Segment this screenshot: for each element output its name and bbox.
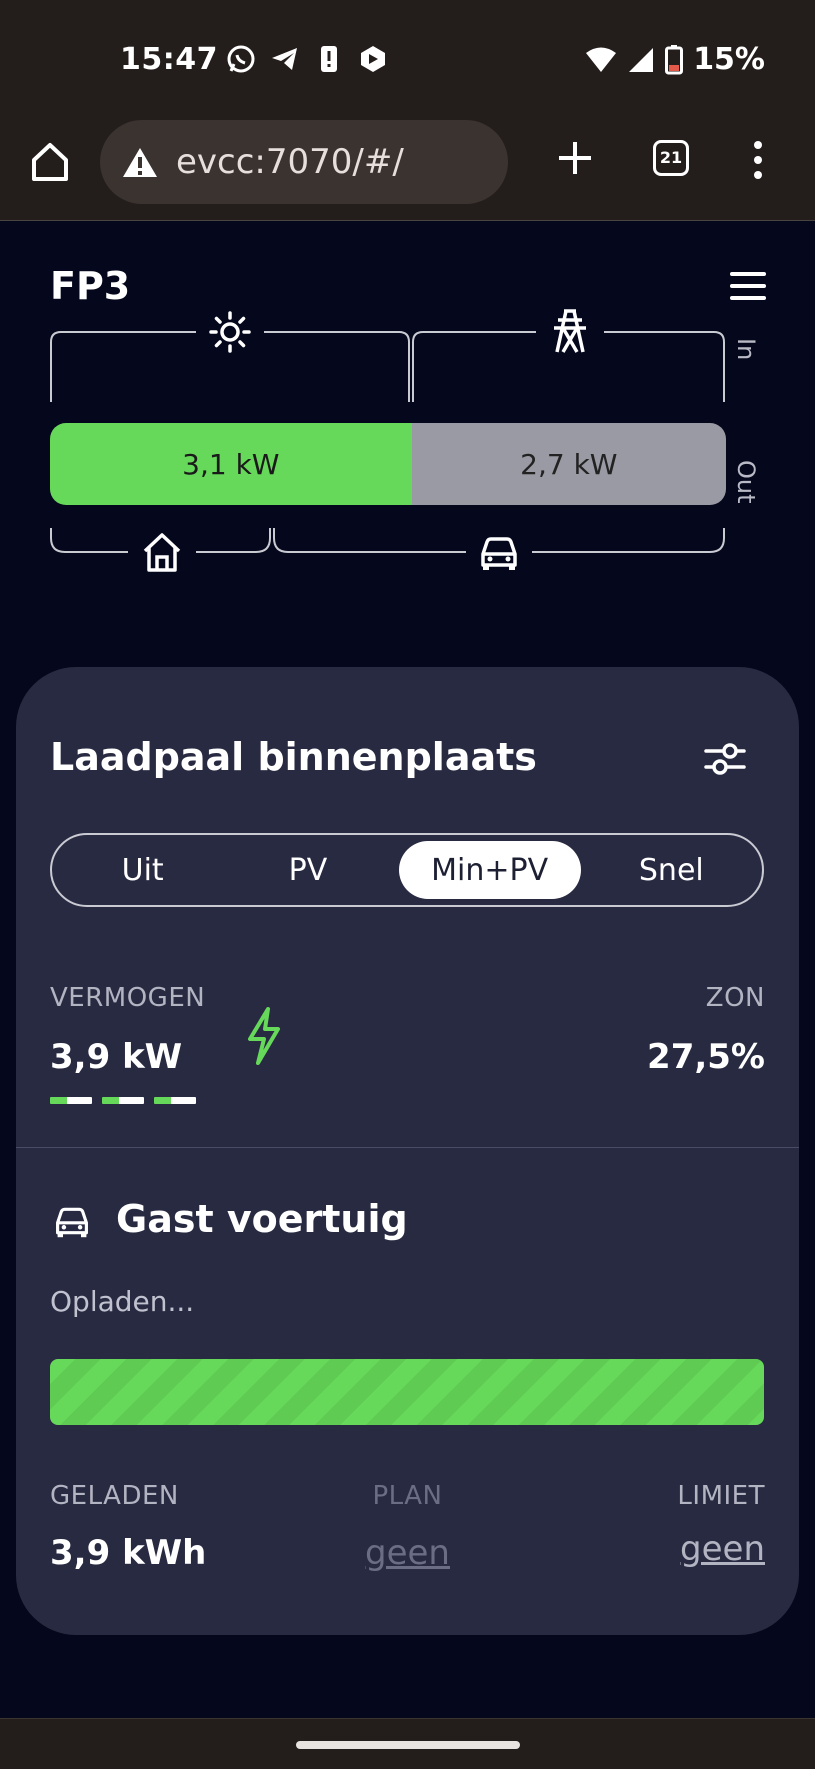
browser-menu-button[interactable] — [748, 140, 768, 180]
energy-flow: In Out 3,1 kW 2,7 kW — [0, 309, 815, 580]
loadpoint-card: Laadpaal binnenplaats Uit PV Min+PV Snel… — [16, 667, 799, 1635]
more-vert-icon — [754, 141, 762, 179]
system-nav-bar — [0, 1718, 815, 1769]
charge-progress-fill — [50, 1359, 764, 1425]
status-right: 15% — [585, 42, 765, 77]
mode-fast-button[interactable]: Snel — [589, 841, 754, 899]
limit-label: LIMIET — [677, 1481, 765, 1511]
charge-progress-bar — [50, 1359, 764, 1425]
pv-power-segment: 3,1 kW — [50, 423, 412, 505]
whatsapp-icon — [226, 44, 256, 74]
car-icon — [481, 537, 517, 570]
notification-icons — [226, 44, 388, 74]
solar-label: ZON — [705, 983, 765, 1013]
vehicle-status: Opladen... — [50, 1285, 195, 1318]
hamburger-icon — [730, 272, 766, 300]
car-icon — [56, 1207, 88, 1238]
address-bar[interactable]: evcc:7070/#/ — [100, 120, 508, 204]
vehicle-title[interactable]: Gast voertuig — [116, 1197, 408, 1241]
grid-power-segment: 2,7 kW — [411, 423, 726, 505]
section-divider — [16, 1147, 799, 1148]
charge-mode-selector: Uit PV Min+PV Snel — [50, 833, 764, 907]
power-label: VERMOGEN — [50, 983, 206, 1013]
gesture-handle[interactable] — [296, 1741, 520, 1749]
power-pylon-icon — [554, 309, 586, 353]
house-icon — [143, 533, 181, 572]
charging-bolt-icon — [248, 1007, 280, 1065]
sun-icon — [209, 311, 251, 353]
wifi-icon — [586, 47, 617, 72]
mode-off-button[interactable]: Uit — [60, 841, 225, 899]
status-time: 15:47 — [120, 42, 218, 77]
phase-1-indicator — [50, 1097, 92, 1104]
home-icon — [32, 143, 68, 181]
home-button[interactable] — [28, 140, 72, 184]
page-title: FP3 — [50, 264, 131, 308]
phase-indicator — [50, 1097, 196, 1104]
loadpoint-settings-button[interactable] — [702, 739, 748, 779]
in-label: In — [732, 338, 760, 361]
loadpoint-title: Laadpaal binnenplaats — [50, 735, 537, 779]
power-value: 3,9 kW — [50, 1037, 183, 1077]
plus-icon — [559, 142, 591, 174]
status-bar: 15:47 15% — [0, 0, 815, 104]
main-menu-button[interactable] — [730, 272, 766, 300]
sliders-icon — [704, 743, 746, 775]
telegram-icon — [270, 44, 300, 74]
tab-switcher-button[interactable]: 21 — [653, 140, 689, 176]
battery-icon — [665, 44, 684, 74]
battery-percent: 15% — [693, 42, 765, 77]
new-tab-button[interactable] — [555, 138, 595, 178]
warning-icon[interactable] — [122, 146, 158, 178]
alert-icon — [314, 44, 344, 74]
browser-toolbar: evcc:7070/#/ 21 — [0, 104, 815, 221]
mode-pv-button[interactable]: PV — [225, 841, 390, 899]
solar-value: 27,5% — [647, 1037, 765, 1077]
mode-minpv-button[interactable]: Min+PV — [398, 841, 581, 899]
app-icon — [358, 44, 388, 74]
url-text[interactable]: evcc:7070/#/ — [176, 142, 404, 182]
energy-bar: 3,1 kW 2,7 kW — [50, 423, 726, 505]
signal-icon — [629, 47, 654, 72]
phase-3-indicator — [154, 1097, 196, 1104]
limit-link[interactable]: geen — [680, 1529, 765, 1569]
out-label: Out — [732, 460, 760, 504]
phase-2-indicator — [102, 1097, 144, 1104]
